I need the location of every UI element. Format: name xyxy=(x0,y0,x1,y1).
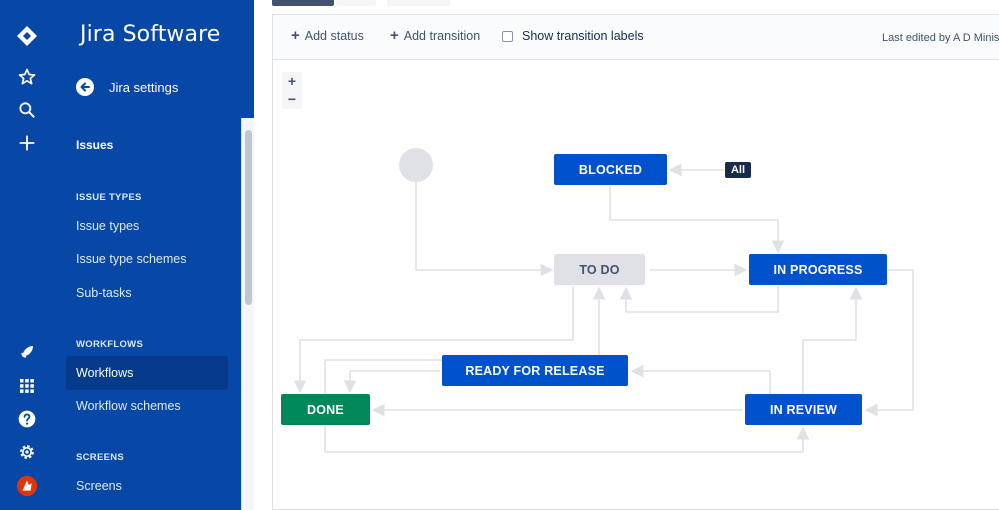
show-transition-labels-toggle[interactable]: Show transition labels xyxy=(502,29,644,43)
add-transition-button[interactable]: + Add transition xyxy=(390,27,481,44)
sidebar-item-workflow-schemes[interactable]: Workflow schemes xyxy=(66,389,228,423)
status-in-review[interactable]: IN REVIEW xyxy=(745,394,862,425)
starred-icon[interactable] xyxy=(13,63,41,91)
sidebar-item-issue-type-schemes[interactable]: Issue type schemes xyxy=(66,242,228,276)
all-transition-badge[interactable]: All xyxy=(725,162,751,178)
sidebar-scrollbar-thumb[interactable] xyxy=(245,130,252,305)
workflow-start-node[interactable] xyxy=(399,148,433,182)
status-blocked[interactable]: BLOCKED xyxy=(554,154,667,185)
zoom-out-button[interactable]: − xyxy=(282,90,302,109)
back-to-jira-settings-button[interactable]: Jira settings xyxy=(76,78,178,96)
tab-diagram[interactable] xyxy=(272,0,334,6)
status-in-progress[interactable]: IN PROGRESS xyxy=(749,254,887,285)
zoom-in-button[interactable]: + xyxy=(282,72,302,91)
add-transition-label: Add transition xyxy=(403,29,481,43)
last-edited-info: Last edited by A D Minis xyxy=(882,32,999,44)
settings-gear-icon[interactable] xyxy=(13,438,41,466)
sidebar-product-title: Jira Software xyxy=(80,22,221,47)
category-workflows: WORKFLOWS xyxy=(76,339,144,350)
sidebar-item-workflows[interactable]: Workflows xyxy=(66,356,228,390)
app-switcher-icon[interactable] xyxy=(13,372,41,400)
category-issue-types: ISSUE TYPES xyxy=(76,192,142,203)
add-status-label: Add status xyxy=(304,29,364,43)
status-todo[interactable]: TO DO xyxy=(554,254,645,285)
sidebar-item-sub-tasks[interactable]: Sub-tasks xyxy=(66,276,228,310)
status-done[interactable]: DONE xyxy=(281,394,370,425)
rocket-icon[interactable] xyxy=(13,338,41,366)
sidebar-nav: Issues ISSUE TYPES Issue types Issue typ… xyxy=(54,118,240,510)
back-label: Jira settings xyxy=(109,79,179,95)
global-nav xyxy=(0,0,54,510)
tab-text[interactable] xyxy=(336,0,376,6)
settings-sidebar: Jira Software Jira settings Issues ISSUE… xyxy=(54,0,254,510)
add-status-button[interactable]: + Add status xyxy=(291,27,364,44)
sidebar-scrollbar[interactable] xyxy=(241,118,254,510)
user-avatar[interactable] xyxy=(13,472,41,500)
search-icon[interactable] xyxy=(13,96,41,124)
show-transition-labels-checkbox[interactable] xyxy=(502,30,513,42)
arrow-left-icon xyxy=(76,78,94,96)
plus-icon: + xyxy=(291,27,300,44)
plus-icon: + xyxy=(390,27,399,44)
show-transition-labels-label: Show transition labels xyxy=(522,29,644,43)
category-screens: SCREENS xyxy=(76,452,125,463)
sidebar-item-issue-types[interactable]: Issue types xyxy=(66,209,228,243)
help-icon[interactable] xyxy=(13,405,41,433)
sidebar-item-screens[interactable]: Screens xyxy=(66,469,228,503)
designer-toolbar: + Add status + Add transition Show trans… xyxy=(273,15,999,60)
jira-logo-icon[interactable] xyxy=(13,22,41,50)
status-ready-for-release[interactable]: READY FOR RELEASE xyxy=(442,355,628,386)
create-icon[interactable] xyxy=(13,129,41,157)
tab-other[interactable] xyxy=(387,0,450,6)
section-title-issues: Issues xyxy=(76,138,114,152)
